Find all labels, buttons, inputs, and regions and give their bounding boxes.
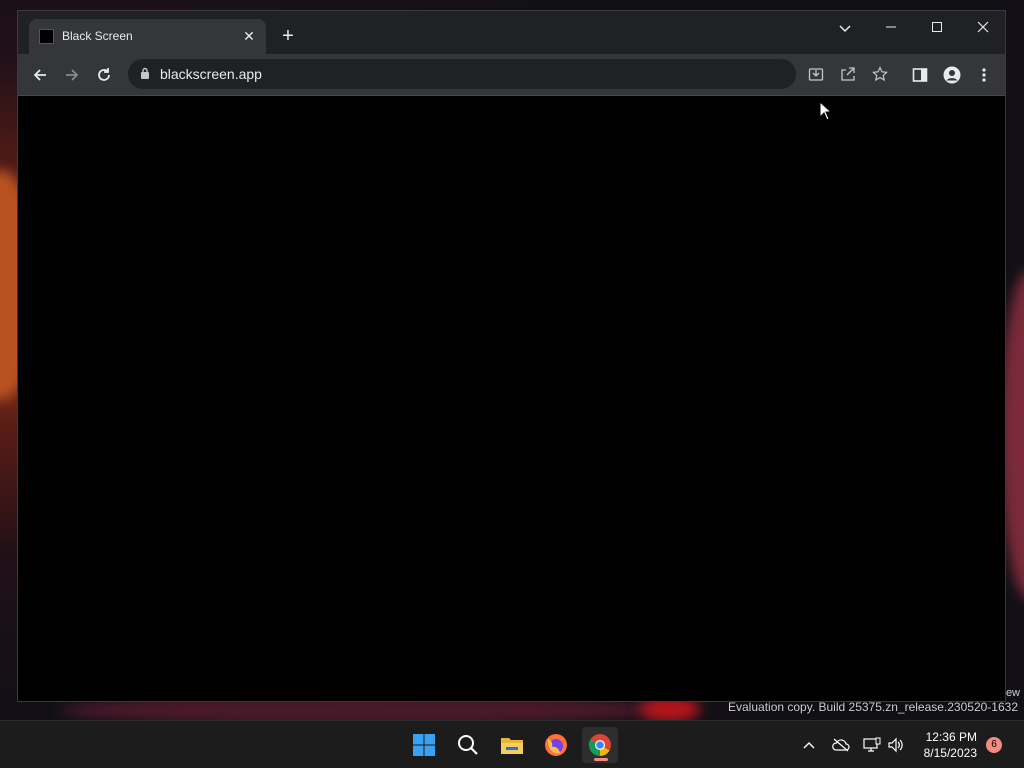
install-icon [808, 68, 824, 81]
browser-window: Black Screen ✕ + blackscreen.app [17, 10, 1006, 702]
mouse-cursor-icon [819, 101, 833, 121]
side-panel-icon [912, 68, 928, 82]
title-bar: Black Screen ✕ + [18, 11, 1005, 54]
share-button[interactable] [834, 60, 862, 88]
new-tab-button[interactable]: + [277, 25, 299, 47]
favicon-icon [39, 29, 54, 44]
close-window-button[interactable] [961, 15, 1005, 43]
show-hidden-icons-button[interactable] [799, 735, 819, 755]
desktop-edge-text: ew [1005, 687, 1020, 699]
network-button[interactable] [862, 735, 882, 755]
bookmark-button[interactable] [866, 60, 894, 88]
install-app-button[interactable] [802, 60, 830, 88]
file-explorer-button[interactable] [494, 727, 530, 763]
menu-button[interactable] [970, 61, 998, 89]
reload-button[interactable] [90, 61, 118, 89]
cloud-offline-icon [832, 738, 850, 752]
minimize-button[interactable] [869, 15, 913, 43]
arrow-left-icon [33, 69, 46, 81]
back-button[interactable] [26, 61, 54, 89]
address-bar[interactable]: blackscreen.app [128, 59, 888, 89]
lock-icon[interactable] [140, 67, 150, 80]
windows-logo-icon [413, 734, 435, 756]
firefox-icon [545, 734, 567, 756]
arrow-right-icon [66, 69, 79, 81]
maximize-icon [932, 22, 942, 32]
chevron-up-icon [803, 742, 815, 749]
profile-icon [943, 66, 961, 84]
start-button[interactable] [406, 727, 442, 763]
chrome-icon [588, 734, 611, 756]
active-app-indicator [594, 758, 608, 761]
close-icon [977, 21, 989, 33]
notification-badge[interactable]: 6 [986, 737, 1002, 753]
volume-button[interactable] [886, 735, 906, 755]
tab-search-button[interactable] [823, 15, 867, 43]
reload-icon [98, 68, 110, 81]
network-icon [863, 737, 881, 752]
profile-button[interactable] [938, 61, 966, 89]
taskbar: 12:36 PM 8/15/2023 6 [0, 720, 1024, 768]
forward-button[interactable] [58, 61, 86, 89]
maximize-button[interactable] [915, 15, 959, 43]
clock[interactable]: 12:36 PM 8/15/2023 [924, 729, 977, 761]
close-tab-icon[interactable]: ✕ [240, 27, 258, 45]
page-content[interactable] [18, 96, 1005, 701]
url-text[interactable]: blackscreen.app [160, 66, 262, 82]
chevron-down-icon [839, 25, 851, 33]
search-button[interactable] [450, 727, 486, 763]
star-icon [872, 66, 888, 82]
tab-title: Black Screen [62, 29, 133, 43]
evaluation-watermark: Evaluation copy. Build 25375.zn_release.… [728, 700, 1018, 714]
clock-date: 8/15/2023 [923, 746, 977, 760]
tab-black-screen[interactable]: Black Screen ✕ [29, 19, 266, 54]
chrome-button[interactable] [582, 727, 618, 763]
more-vert-icon [982, 68, 986, 82]
folder-icon [501, 738, 523, 754]
onedrive-button[interactable] [831, 735, 851, 755]
share-icon [841, 67, 855, 81]
volume-icon [888, 737, 903, 753]
side-panel-button[interactable] [906, 61, 934, 89]
minimize-icon [886, 26, 896, 28]
browser-toolbar: blackscreen.app [18, 54, 1005, 96]
firefox-button[interactable] [538, 727, 574, 763]
search-icon [458, 735, 478, 755]
clock-time: 12:36 PM [925, 730, 977, 744]
